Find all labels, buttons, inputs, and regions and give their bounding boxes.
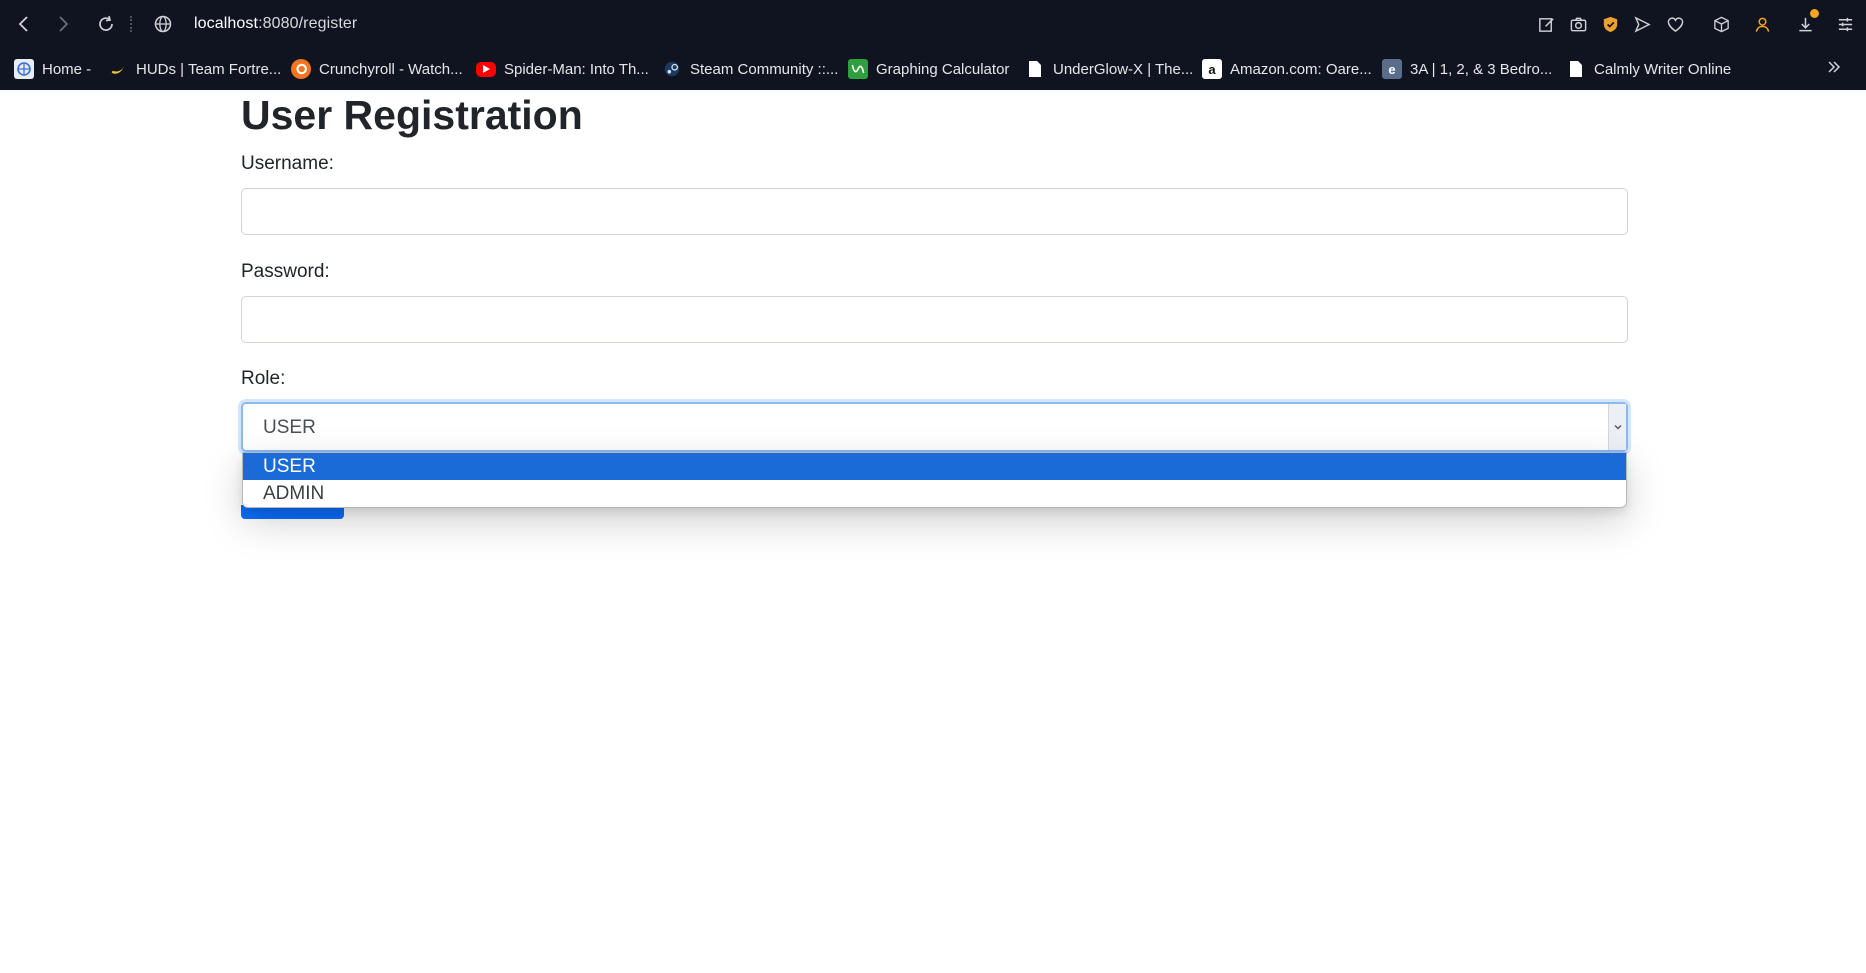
screenshot-button[interactable] [1566, 12, 1590, 36]
globe-icon [154, 15, 172, 33]
bookmark-underglow[interactable]: UnderGlow-X | The... [1025, 57, 1193, 81]
send-button[interactable] [1630, 12, 1654, 36]
settings-sliders-icon [1838, 17, 1852, 31]
bookmark-crunchyroll[interactable]: Crunchyroll - Watch... [291, 57, 463, 81]
bookmark-label: Steam Community ::... [690, 60, 839, 78]
bookmark-steam[interactable]: Steam Community ::... [662, 57, 838, 81]
page-icon [1566, 59, 1586, 79]
globe-icon [14, 59, 34, 79]
bookmark-calmly-writer[interactable]: Calmly Writer Online [1566, 57, 1731, 81]
bookmark-apartments[interactable]: e 3A | 1, 2, & 3 Bedro... [1382, 57, 1552, 81]
bookmark-desmos[interactable]: Graphing Calculator [848, 57, 1009, 81]
password-input[interactable] [241, 296, 1628, 343]
camera-icon [1570, 17, 1586, 31]
role-select[interactable]: USER [241, 402, 1628, 452]
heart-icon [1667, 16, 1683, 32]
bookmark-huds[interactable]: HUDs | Team Fortre... [108, 57, 281, 81]
edit-button[interactable] [1534, 12, 1558, 36]
role-option-user[interactable]: USER [243, 453, 1626, 480]
username-label: Username: [241, 153, 334, 174]
menu-button[interactable] [1833, 12, 1857, 36]
bookmarks-bar: Home - HUDs | Team Fortre... Crunchyroll… [0, 48, 1866, 90]
role-dropdown-list: USER ADMIN [242, 452, 1627, 508]
url-host: localhost [194, 15, 259, 32]
crunchyroll-icon [291, 59, 311, 79]
bookmark-label: 3A | 1, 2, & 3 Bedro... [1410, 60, 1553, 78]
reload-button[interactable] [94, 12, 118, 36]
steam-icon [662, 59, 682, 79]
bookmark-label: Crunchyroll - Watch... [319, 60, 463, 78]
username-input[interactable] [241, 188, 1628, 235]
double-chevron-right-icon [1828, 61, 1841, 73]
toolbar-separator [130, 16, 132, 32]
address-bar[interactable]: localhost:8080/register [194, 13, 357, 35]
profile-icon [1755, 17, 1769, 32]
url-path: :8080/register [258, 15, 358, 32]
profile-button[interactable] [1750, 12, 1774, 36]
send-icon [1633, 15, 1651, 33]
extensions-button[interactable] [1709, 12, 1733, 36]
shield-icon [1603, 16, 1617, 32]
bookmarks-overflow-button[interactable] [1822, 55, 1846, 79]
site-info-button[interactable] [151, 12, 175, 36]
bookmark-youtube[interactable]: Spider-Man: Into Th... [476, 57, 649, 81]
bookmark-amazon[interactable]: a Amazon.com: Oare... [1202, 57, 1372, 81]
notification-dot [1810, 9, 1819, 18]
bookmark-label: Calmly Writer Online [1594, 60, 1732, 78]
bookmark-label: Spider-Man: Into Th... [504, 60, 649, 78]
bookmark-label: Amazon.com: Oare... [1230, 60, 1372, 78]
forward-button[interactable] [51, 12, 75, 36]
page-icon [1025, 59, 1045, 79]
role-option-admin[interactable]: ADMIN [243, 480, 1626, 507]
edit-icon [1538, 17, 1554, 32]
youtube-icon [476, 61, 496, 77]
bookmark-label: Graphing Calculator [876, 60, 1010, 78]
bookmark-label: Home - [42, 60, 92, 78]
page-title: User Registration [241, 92, 583, 138]
chevron-right-icon [59, 16, 69, 32]
role-label: Role: [241, 368, 286, 389]
bookmark-label: UnderGlow-X | The... [1053, 60, 1194, 78]
chevron-left-icon [18, 16, 28, 32]
reload-icon [99, 15, 113, 31]
bookmark-home[interactable]: Home - [14, 57, 91, 81]
back-button[interactable] [12, 12, 36, 36]
amazon-icon: a [1202, 59, 1222, 79]
favorites-button[interactable] [1663, 12, 1687, 36]
password-label: Password: [241, 261, 330, 282]
banana-icon [108, 59, 128, 79]
cube-icon [1713, 16, 1729, 32]
browser-toolbar: localhost:8080/register [0, 0, 1866, 48]
e-icon: e [1382, 59, 1402, 79]
role-select-value: USER [263, 417, 316, 438]
desmos-icon [848, 59, 868, 79]
chevron-down-icon[interactable] [1608, 404, 1626, 450]
bookmark-label: HUDs | Team Fortre... [136, 60, 282, 78]
shield-button[interactable] [1598, 12, 1622, 36]
